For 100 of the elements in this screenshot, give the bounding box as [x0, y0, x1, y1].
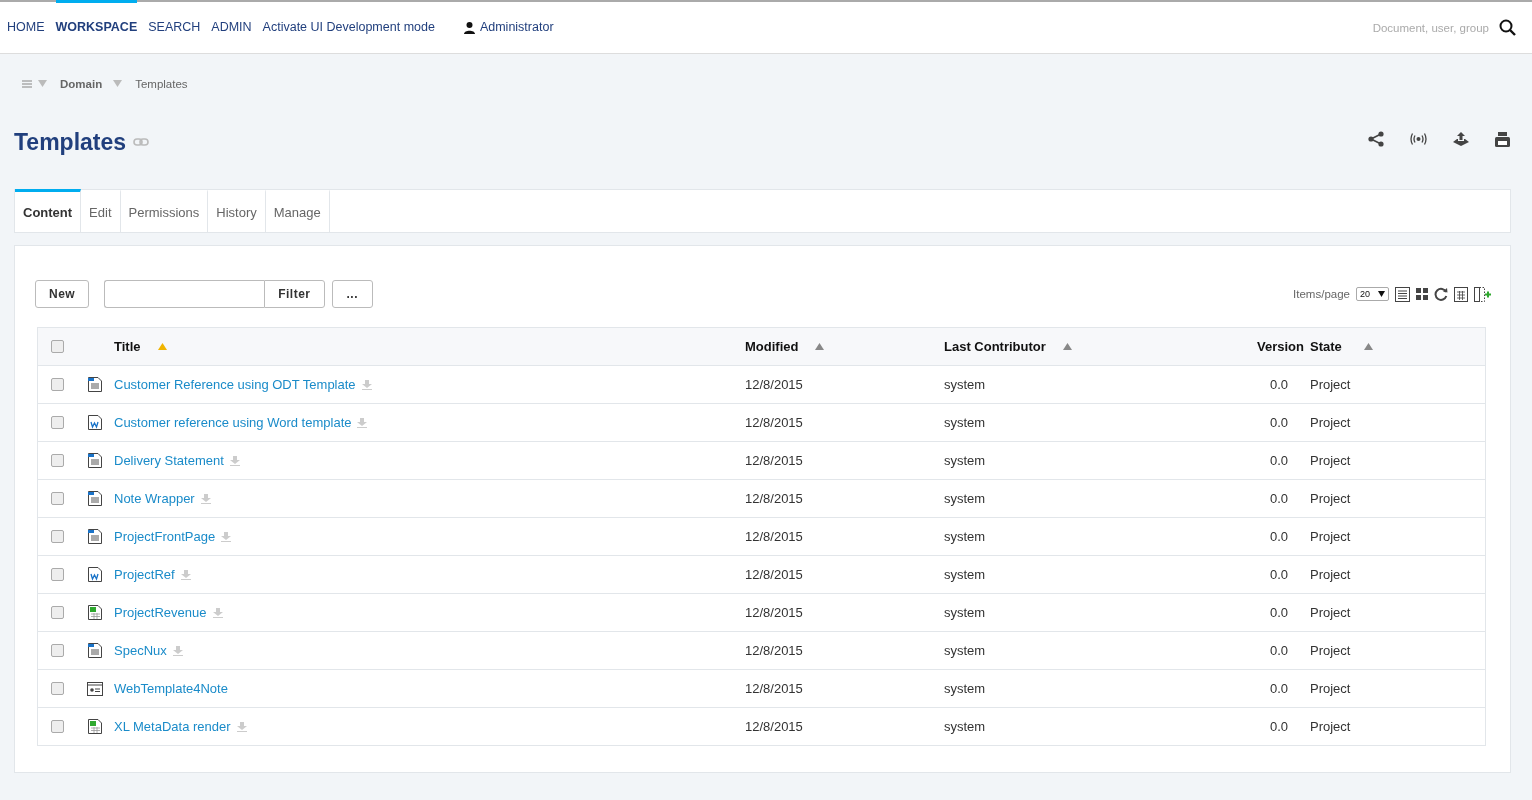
document-link[interactable]: ProjectFrontPage [114, 529, 216, 544]
contributor-name: system [944, 605, 986, 620]
state-label: Project [1310, 643, 1351, 658]
select-all-checkbox[interactable] [50, 340, 64, 353]
menu-icon[interactable] [22, 79, 32, 88]
download-icon[interactable] [361, 379, 372, 390]
column-header[interactable]: Version [1257, 339, 1304, 354]
filter-field[interactable] [104, 280, 265, 308]
document-link[interactable]: ProjectRevenue [114, 605, 207, 620]
state-label: Project [1310, 681, 1351, 696]
nav-link[interactable]: HOME [7, 0, 45, 51]
caret-icon[interactable] [113, 80, 123, 87]
document-link[interactable]: Customer Reference using ODT Template [114, 377, 356, 392]
state-label: Project [1310, 377, 1351, 392]
version-number: 0.0 [1269, 605, 1288, 620]
nav-link[interactable]: SEARCH [148, 0, 201, 51]
caret-icon[interactable] [38, 80, 47, 87]
broadcast-icon[interactable] [1410, 133, 1427, 145]
modified-date: 12/8/2015 [745, 719, 803, 734]
spreadsheet-file-icon [87, 719, 102, 734]
tab[interactable]: Edit [81, 189, 121, 232]
tab[interactable]: Content [15, 189, 82, 232]
row-checkbox[interactable] [50, 416, 64, 429]
page-title: Templates [14, 128, 127, 156]
document-link[interactable]: SpecNux [114, 643, 167, 658]
download-icon[interactable] [180, 569, 191, 580]
state-label: Project [1310, 567, 1351, 582]
version-number: 0.0 [1269, 719, 1288, 734]
state-label: Project [1310, 605, 1351, 620]
row-checkbox[interactable] [50, 378, 64, 391]
row-checkbox[interactable] [50, 682, 64, 695]
modified-date: 12/8/2015 [745, 377, 803, 392]
user-link[interactable]: Administrator [479, 0, 554, 51]
row-checkbox[interactable] [50, 454, 64, 467]
row-checkbox[interactable] [50, 720, 64, 733]
tab[interactable]: Manage [265, 189, 330, 232]
row-checkbox[interactable] [50, 644, 64, 657]
breadcrumb-item[interactable]: Templates [135, 77, 188, 90]
document-icon [87, 453, 102, 468]
contributor-name: system [944, 719, 986, 734]
document-link[interactable]: Delivery Statement [114, 453, 224, 468]
document-link[interactable]: ProjectRef [114, 567, 175, 582]
row-checkbox[interactable] [50, 492, 64, 505]
version-number: 0.0 [1269, 415, 1288, 430]
link-icon[interactable] [133, 138, 150, 146]
row-checkbox[interactable] [50, 530, 64, 543]
list-view-icon[interactable] [1395, 286, 1410, 302]
column-header[interactable]: Modified [745, 339, 799, 354]
items-per-page-select[interactable]: 20 [1356, 287, 1389, 301]
tab[interactable]: History [208, 189, 266, 232]
breadcrumb-item[interactable]: Domain [60, 77, 103, 90]
download-icon[interactable] [229, 455, 240, 466]
column-header[interactable]: Title [114, 339, 141, 354]
modified-date: 12/8/2015 [745, 681, 803, 696]
document-link[interactable]: Customer reference using Word template [114, 415, 352, 430]
state-label: Project [1310, 453, 1351, 468]
column-header[interactable]: Last Contributor [944, 339, 1046, 354]
document-link[interactable]: Note Wrapper [114, 491, 195, 506]
filter-button[interactable]: Filter [264, 280, 325, 308]
grid-view-icon[interactable] [1416, 288, 1428, 300]
tab[interactable]: Permissions [120, 189, 209, 232]
document-icon [87, 643, 102, 658]
state-label: Project [1310, 719, 1351, 734]
word-document-icon [87, 415, 102, 430]
document-link[interactable]: XL MetaData render [114, 719, 231, 734]
nav-link[interactable]: WORKSPACE [55, 0, 138, 51]
download-icon[interactable] [200, 493, 211, 504]
caret-icon [1378, 291, 1385, 297]
nav-link[interactable]: Activate UI Development mode [262, 0, 435, 51]
modified-date: 12/8/2015 [745, 529, 803, 544]
document-link[interactable]: WebTemplate4Note [114, 681, 228, 696]
sort-arrow-icon[interactable] [1062, 343, 1072, 350]
contributor-name: system [944, 377, 986, 392]
state-label: Project [1310, 529, 1351, 544]
download-icon[interactable] [221, 531, 232, 542]
sort-arrow-icon[interactable] [1363, 343, 1373, 350]
items-per-page-label: Items/page [1293, 288, 1350, 300]
document-icon [87, 491, 102, 506]
more-button[interactable]: ... [331, 280, 374, 308]
new-button[interactable]: New [35, 280, 90, 308]
refresh-icon[interactable] [1434, 287, 1448, 301]
download-icon[interactable] [236, 721, 247, 732]
download-icon[interactable] [172, 645, 183, 656]
add-column-icon[interactable] [1474, 286, 1491, 302]
nav-link[interactable]: ADMIN [211, 0, 252, 51]
share-icon[interactable] [1368, 131, 1384, 147]
search-icon[interactable] [1499, 19, 1516, 36]
row-checkbox[interactable] [50, 568, 64, 581]
print-icon[interactable] [1495, 131, 1510, 147]
download-icon[interactable] [357, 417, 368, 428]
download-icon[interactable] [212, 607, 223, 618]
sort-arrow-icon[interactable] [157, 343, 167, 350]
row-checkbox[interactable] [50, 606, 64, 619]
document-icon [87, 529, 102, 544]
sort-arrow-icon[interactable] [815, 343, 825, 350]
contributor-name: system [944, 415, 986, 430]
version-number: 0.0 [1269, 453, 1288, 468]
upload-icon[interactable] [1453, 131, 1469, 147]
column-header[interactable]: State [1310, 339, 1342, 354]
spreadsheet-icon[interactable] [1454, 286, 1468, 302]
